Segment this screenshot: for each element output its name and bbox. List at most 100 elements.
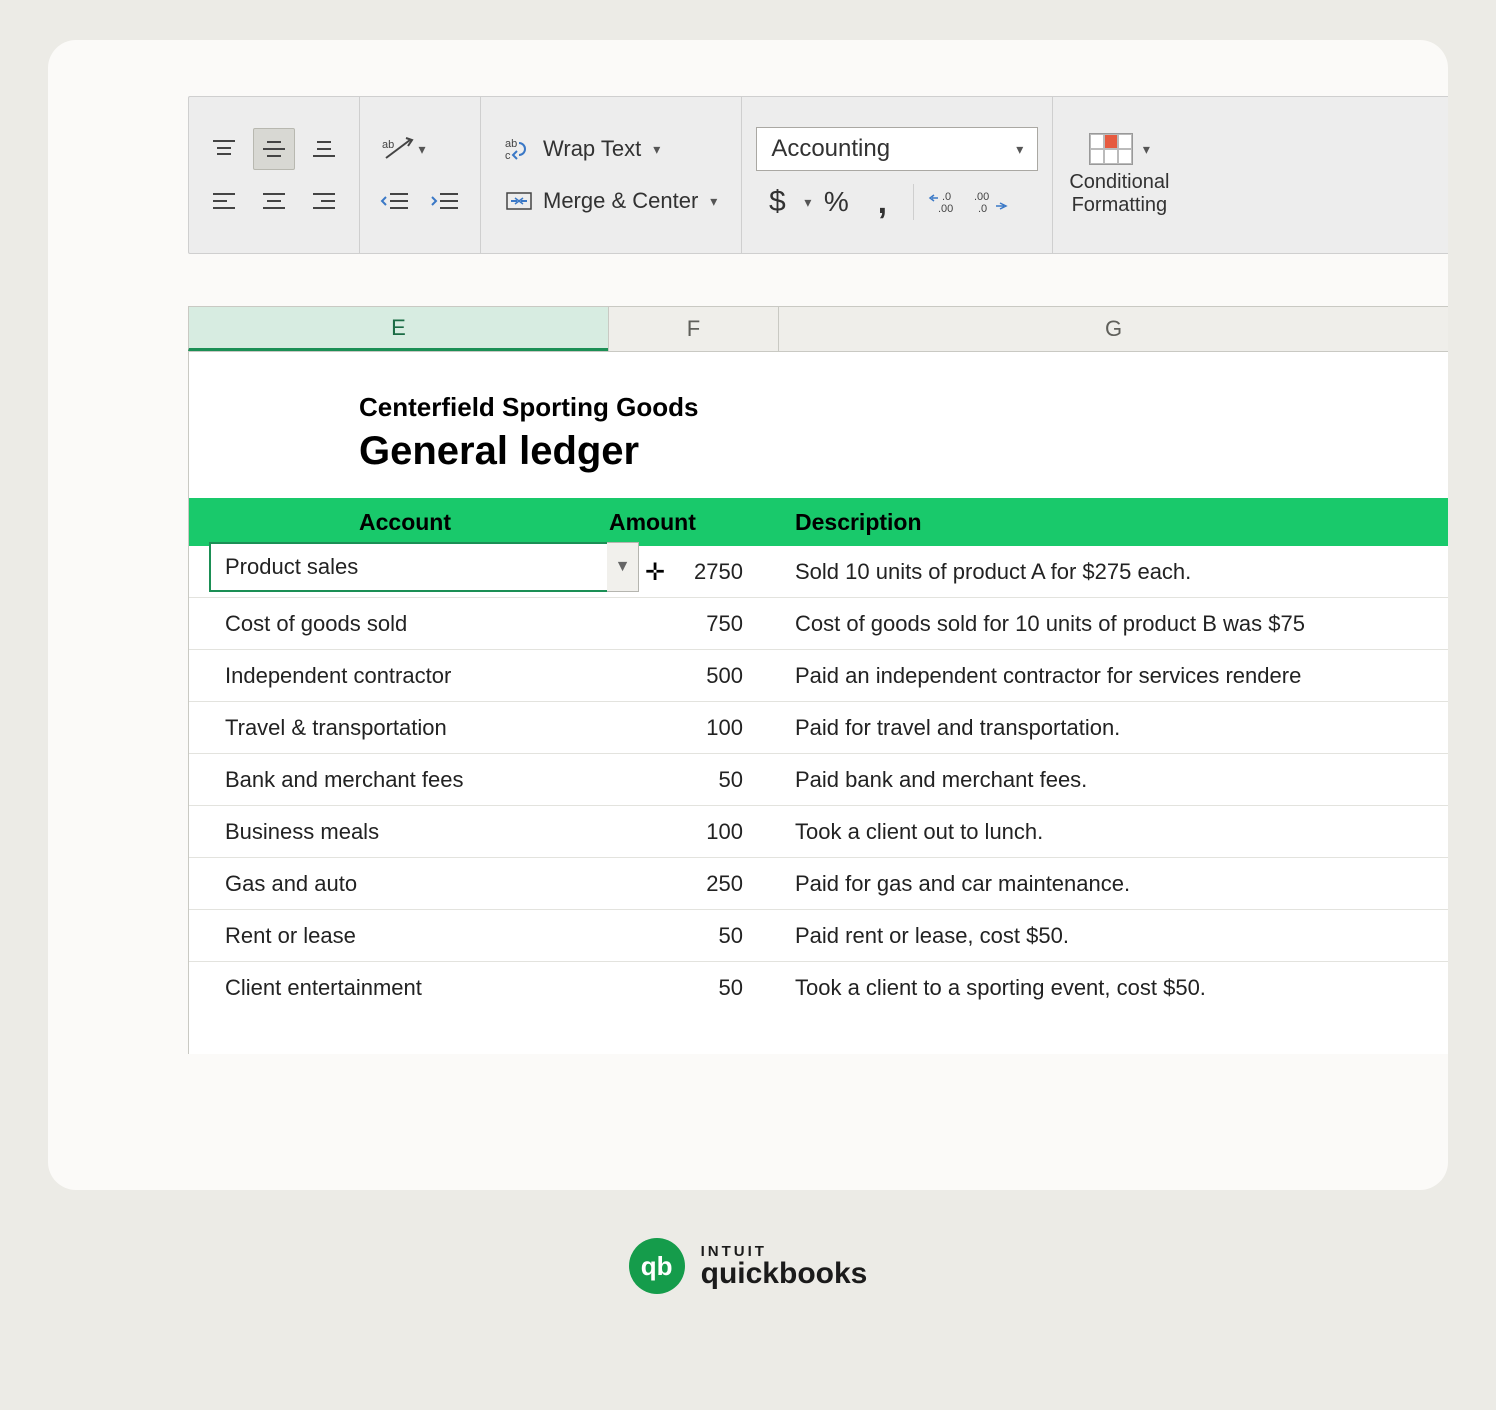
cell-cursor-icon: ✛ [645,558,665,587]
chevron-down-icon: ▾ [710,193,717,210]
active-cell-value: Product sales [225,554,358,580]
decrease-indent-button[interactable] [374,180,416,222]
table-row[interactable]: Bank and merchant fees 50 Paid bank and … [189,754,1448,806]
align-right-button[interactable] [303,180,345,222]
column-header-G[interactable]: G [778,307,1448,351]
table-row[interactable]: Gas and auto 250 Paid for gas and car ma… [189,858,1448,910]
cell-amount[interactable]: 250 [609,871,769,897]
number-format-group: Accounting ▾ $ ▾ % , .0.00 .00.0 [741,97,1052,253]
cell-description[interactable]: Sold 10 units of product A for $275 each… [769,559,1448,585]
merge-center-button[interactable]: Merge & Center ▾ [495,180,727,222]
increase-indent-button[interactable] [424,180,466,222]
cell-account[interactable]: Client entertainment [189,975,609,1001]
number-format-value: Accounting [771,135,890,163]
chevron-down-icon: ▾ [653,141,660,158]
cell-account[interactable]: Bank and merchant fees [189,767,609,793]
cell-description[interactable]: Cost of goods sold for 10 units of produ… [769,611,1448,637]
page-title: General ledger [359,429,1448,474]
column-letter: F [687,316,700,342]
svg-text:ab: ab [382,139,394,151]
quickbooks-logo-icon: qb [629,1238,685,1294]
table-row[interactable]: Travel & transportation 100 Paid for tra… [189,702,1448,754]
app-card: ab ▾ abc Wrap Text ▾ Merge & [48,40,1448,1190]
chevron-down-icon: ▾ [1143,141,1150,157]
column-letter: E [391,315,406,341]
align-top-button[interactable] [203,128,245,170]
column-header-F[interactable]: F [608,307,778,351]
wrap-merge-group: abc Wrap Text ▾ Merge & Center ▾ [480,97,741,253]
conditional-formatting-button[interactable]: ▾ Conditional Formatting [1052,97,1185,253]
company-name: Centerfield Sporting Goods [359,392,1448,423]
cell-account[interactable]: Gas and auto [189,871,609,897]
cell-description[interactable]: Paid rent or lease, cost $50. [769,923,1448,949]
wrap-text-label: Wrap Text [543,136,641,162]
align-bottom-button[interactable] [303,128,345,170]
active-cell[interactable]: Product sales [209,542,609,592]
svg-text:ab: ab [505,138,517,150]
chevron-down-icon: ▾ [804,194,811,211]
header-amount: Amount [609,509,769,536]
percent-button[interactable]: % [815,181,857,223]
table-row[interactable]: Product sales ▼ ✛ 2750 Sold 10 units of … [189,546,1448,598]
cell-description[interactable]: Paid an independent contractor for servi… [769,663,1448,689]
currency-button[interactable]: $ [756,181,798,223]
cell-account[interactable]: Travel & transportation [189,715,609,741]
cell-amount[interactable]: 50 [609,923,769,949]
align-left-button[interactable] [203,180,245,222]
cell-amount[interactable]: 750 [609,611,769,637]
merge-center-label: Merge & Center [543,188,698,214]
cell-account[interactable]: Rent or lease [189,923,609,949]
table-row[interactable]: Business meals 100 Took a client out to … [189,806,1448,858]
svg-text:c: c [505,150,511,161]
cell-description[interactable]: Paid for gas and car maintenance. [769,871,1448,897]
orientation-indent-group: ab ▾ [359,97,480,253]
align-group [189,97,359,253]
svg-text:.0: .0 [942,191,951,203]
column-header-row: E F G [188,306,1448,352]
orientation-button[interactable]: ab ▾ [374,128,434,170]
table-row[interactable]: Rent or lease 50 Paid rent or lease, cos… [189,910,1448,962]
column-letter: G [1105,316,1122,342]
table-row[interactable]: Client entertainment 50 Took a client to… [189,962,1448,1014]
wrap-text-button[interactable]: abc Wrap Text ▾ [495,128,727,170]
chevron-down-icon: ▾ [418,141,425,158]
align-center-button[interactable] [253,180,295,222]
cell-amount[interactable]: 100 [609,819,769,845]
number-format-select[interactable]: Accounting ▾ [756,127,1038,171]
cell-amount[interactable]: 50 [609,975,769,1001]
dropdown-arrow-icon[interactable]: ▼ [607,542,639,592]
cell-description[interactable]: Paid for travel and transportation. [769,715,1448,741]
table-row[interactable]: Independent contractor 500 Paid an indep… [189,650,1448,702]
ribbon-toolbar: ab ▾ abc Wrap Text ▾ Merge & [188,96,1448,254]
header-description: Description [769,509,1448,536]
cell-description[interactable]: Took a client out to lunch. [769,819,1448,845]
header-account: Account [189,509,609,536]
merge-icon [505,189,533,213]
table-row[interactable]: Cost of goods sold 750 Cost of goods sol… [189,598,1448,650]
cell-account[interactable]: Cost of goods sold [189,611,609,637]
wrap-text-icon: abc [505,137,533,161]
comma-style-button[interactable]: , [861,181,903,223]
conditional-formatting-icon [1089,133,1133,165]
cell-account[interactable]: Independent contractor [189,663,609,689]
cell-amount[interactable]: 100 [609,715,769,741]
cell-description[interactable]: Took a client to a sporting event, cost … [769,975,1448,1001]
chevron-down-icon: ▾ [1016,141,1023,158]
brand-quickbooks: quickbooks [701,1259,868,1289]
cell-amount[interactable]: 500 [609,663,769,689]
svg-text:.00: .00 [938,203,953,214]
increase-decimal-button[interactable]: .0.00 [924,181,966,223]
divider [913,184,914,220]
column-header-E[interactable]: E [188,307,608,351]
table-body: Product sales ▼ ✛ 2750 Sold 10 units of … [189,546,1448,1014]
cell-amount[interactable]: 50 [609,767,769,793]
conditional-formatting-label: Conditional Formatting [1069,171,1169,217]
align-middle-button[interactable] [253,128,295,170]
logo-text: qb [641,1251,673,1282]
cell-account[interactable]: Business meals [189,819,609,845]
cell-description[interactable]: Paid bank and merchant fees. [769,767,1448,793]
decrease-decimal-button[interactable]: .00.0 [970,181,1012,223]
spreadsheet-area[interactable]: Centerfield Sporting Goods General ledge… [188,352,1448,1054]
table-header-row: Account Amount Description [189,498,1448,546]
svg-text:.00: .00 [974,191,989,203]
